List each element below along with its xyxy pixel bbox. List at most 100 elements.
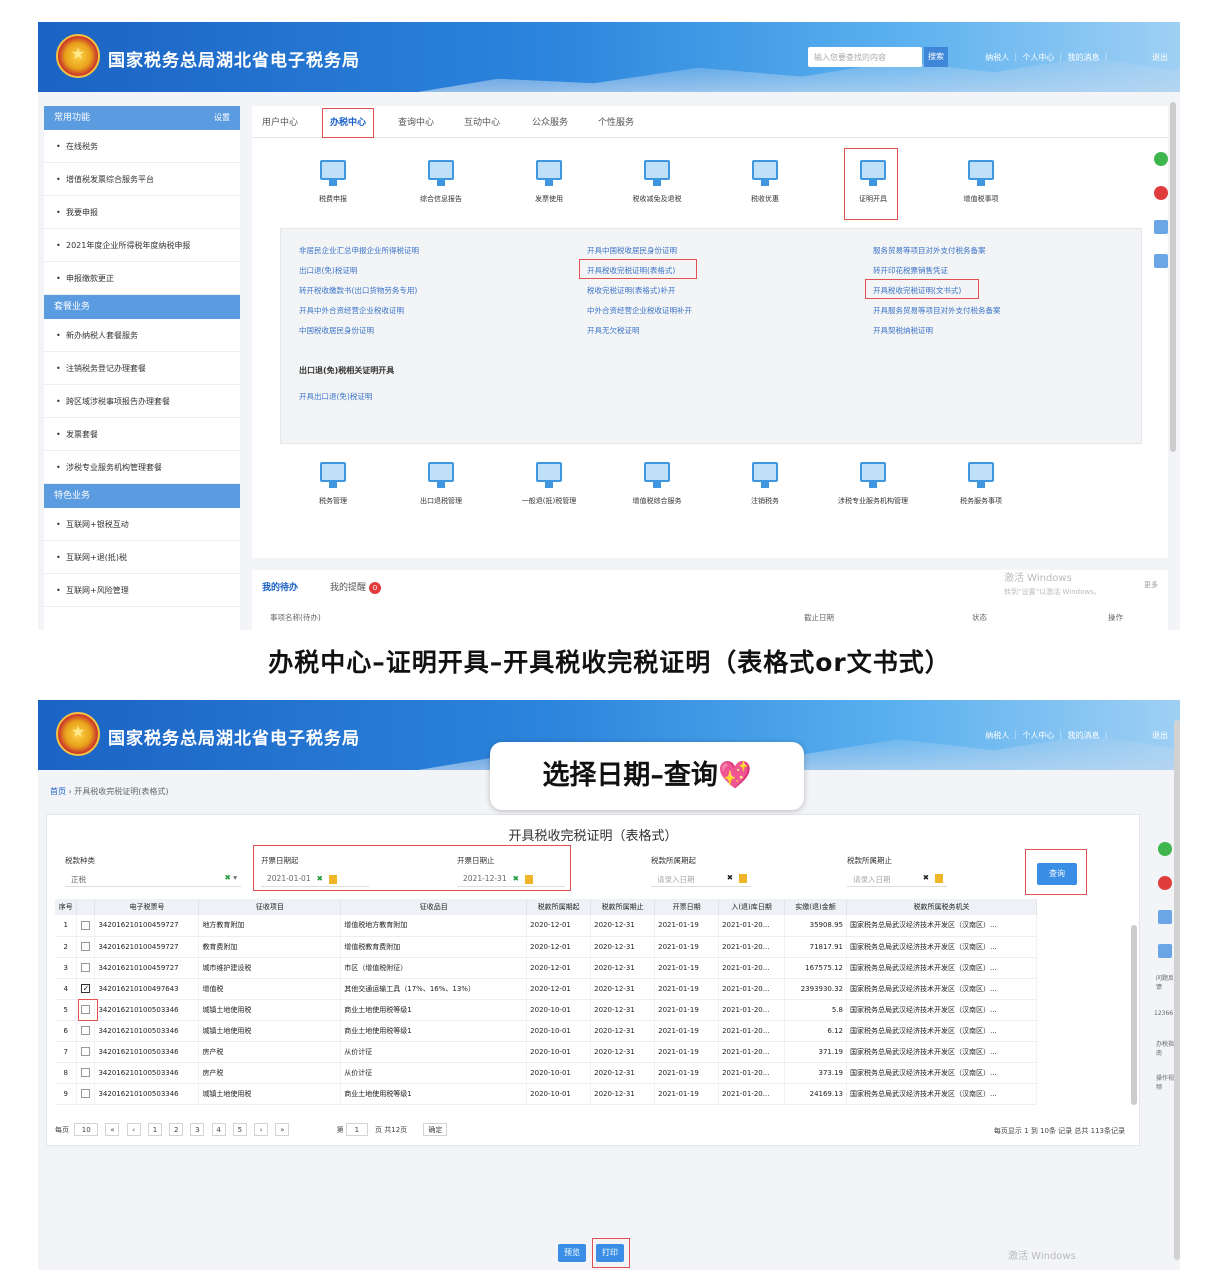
period-to-input[interactable]: 请录入日期 ✖ [847,869,947,887]
clear-icon[interactable]: ✖ [923,873,929,882]
weibo-icon[interactable] [1158,876,1172,890]
cert-link[interactable]: 开具中国税收居民身份证明 [587,245,677,256]
cert-link[interactable]: 服务贸易等项目对外支付税务备案 [873,245,986,256]
service-general-refund[interactable]: 一般退(抵)税管理 [504,462,594,506]
service-refund[interactable]: 税收减免及退税 [612,160,702,204]
side-label-guide[interactable]: 办税指南 [1156,1040,1174,1058]
cert-link[interactable]: 转开税收缴款书(出口货物劳务专用) [299,285,417,296]
search-button[interactable]: 搜索 [924,47,948,67]
service-items[interactable]: 税务服务事项 [936,462,1026,506]
print-icon[interactable] [1158,910,1172,924]
sidebar-item[interactable]: 在线税务 [44,130,240,163]
table-row[interactable]: 1 342016210100459727 地方教育附加 增值税地方教育附加 2020-1… [55,915,1037,937]
calendar-icon[interactable] [739,873,747,883]
tab-public-service[interactable]: 公众服务 [532,115,568,128]
table-row[interactable]: 3 342016210100459727 城市维护建设税 市区（增值税附征） 2020-… [55,957,1037,979]
sidebar-item[interactable]: 申报缴款更正 [44,262,240,295]
page-3[interactable]: 3 [190,1123,205,1136]
logout-link[interactable]: 退出 [1152,730,1168,741]
period-from-input[interactable]: 请录入日期 ✖ [651,869,751,887]
page-first[interactable]: « [105,1123,120,1136]
service-report[interactable]: 综合信息报告 [396,160,486,204]
settings-link[interactable]: 设置 [214,106,230,130]
more-link[interactable]: 更多 [1144,580,1158,590]
cert-link[interactable]: 出口退(免)税证明 [299,265,357,276]
tab-my-todo[interactable]: 我的待办 [262,580,298,593]
breadcrumb-home[interactable]: 首页 [50,787,66,796]
cert-link[interactable]: 开具无欠税证明 [587,325,640,336]
page-goto-input[interactable]: 1 [345,1123,368,1136]
sidebar-item[interactable]: 互联网+风险管理 [44,574,240,607]
cert-link[interactable]: 开具中外合资经营企业税收证明 [299,305,404,316]
sidebar-item[interactable]: 涉税专业服务机构管理套餐 [44,451,240,484]
clear-and-chevron-icon[interactable]: ✖ ▾ [219,873,237,882]
service-agency[interactable]: 涉税专业服务机构管理 [828,462,918,506]
service-deregister[interactable]: 注销税务 [720,462,810,506]
sidebar-head-package[interactable]: 套餐业务 [44,295,240,319]
cert-link[interactable]: 中国税收居民身份证明 [299,325,374,336]
sidebar-item[interactable]: 互联网+退(抵)税 [44,541,240,574]
sidebar-item[interactable]: 互联网+银税互动 [44,508,240,541]
cert-link[interactable]: 非居民企业汇总申报企业所得税证明 [299,245,419,256]
page-goto-button[interactable]: 确定 [423,1123,448,1136]
sidebar-item[interactable]: 注销税务登记办理套餐 [44,352,240,385]
row-checkbox[interactable] [81,942,91,951]
cert-link[interactable]: 转开印花税票销售凭证 [873,265,948,276]
page-2[interactable]: 2 [169,1123,184,1136]
row-checkbox[interactable] [81,1089,91,1098]
service-tax-management[interactable]: 税务管理 [288,462,378,506]
chat-icon[interactable] [1158,842,1172,856]
service-invoice[interactable]: 发票使用 [504,160,594,204]
sidebar-item[interactable]: 发票套餐 [44,418,240,451]
page-scrollbar[interactable] [1170,102,1176,452]
side-label-hotline[interactable]: 12366 [1154,1010,1173,1017]
service-vat-comprehensive[interactable]: 增值税综合服务 [612,462,702,506]
tab-personal-service[interactable]: 个性服务 [598,115,634,128]
print-icon[interactable] [1154,220,1168,234]
table-row[interactable]: 6 342016210100503346 城镇土地使用税 商业土地使用税等级1 2020… [55,1020,1037,1042]
tax-type-select[interactable]: 正税 ✖ ▾ [65,869,241,887]
sidebar-item[interactable]: 我要申报 [44,196,240,229]
top-nav[interactable]: 纳税人 ｜ 个人中心 ｜ 我的消息 ｜ [985,730,1110,741]
row-checkbox[interactable] [81,920,91,930]
cert-link[interactable]: 税收完税证明(表格式)补开 [587,285,675,296]
tab-interaction-center[interactable]: 互动中心 [464,115,500,128]
preview-button[interactable]: 预览 [558,1244,586,1262]
cert-link[interactable]: 开具契税纳税证明 [873,325,933,336]
sidebar-item[interactable]: 2021年度企业所得税年度纳税申报 [44,229,240,262]
tab-my-reminders[interactable]: 我的提醒 0 [330,580,382,594]
page-4[interactable]: 4 [211,1123,226,1136]
page-prev[interactable]: ‹ [126,1123,141,1136]
print-icon[interactable] [1154,254,1168,268]
weibo-icon[interactable] [1154,186,1168,200]
row-checkbox[interactable] [81,1026,91,1035]
print-icon[interactable] [1158,944,1172,958]
page-next[interactable]: › [254,1123,269,1136]
table-row[interactable]: 7 342016210100503346 房产税 从价计征 2020-10-01 2020… [55,1041,1037,1063]
page-scrollbar[interactable] [1174,720,1180,1260]
cert-link-export[interactable]: 开具出口退(免)税证明 [299,391,372,402]
side-label-video[interactable]: 操作视频 [1156,1074,1174,1092]
top-nav[interactable]: 纳税人 ｜ 个人中心 ｜ 我的消息 ｜ [985,52,1110,63]
service-declare[interactable]: 税费申报 [288,160,378,204]
table-row[interactable]: 9 342016210100503346 城镇土地使用税 商业土地使用税等级1 2020… [55,1083,1037,1105]
page-1[interactable]: 1 [147,1123,162,1136]
row-checkbox[interactable] [81,1047,91,1056]
row-checkbox[interactable] [81,1068,91,1077]
search-input[interactable]: 输入您要查找的内容 [808,47,922,67]
tab-query-center[interactable]: 查询中心 [398,115,434,128]
chat-icon[interactable] [1154,152,1168,166]
tab-user-center[interactable]: 用户中心 [262,115,298,128]
sidebar-item[interactable]: 新办纳税人套餐服务 [44,319,240,352]
table-row[interactable]: 2 342016210100459727 教育费附加 增值税教育费附加 2020-12-… [55,936,1037,958]
page-size-select[interactable]: 10 [74,1123,99,1136]
cert-link[interactable]: 开具服务贸易等项目对外支付税务备案 [873,305,1001,316]
logout-link[interactable]: 退出 [1152,52,1168,63]
sidebar-head-special[interactable]: 特色业务 [44,484,240,508]
clear-icon[interactable]: ✖ [727,873,733,882]
table-scrollbar[interactable] [1131,925,1137,1105]
table-row[interactable]: 5 342016210100503346 城镇土地使用税 商业土地使用税等级1 2020… [55,999,1037,1021]
service-preference[interactable]: 税收优惠 [720,160,810,204]
calendar-icon[interactable] [935,873,943,883]
sidebar-item[interactable]: 跨区域涉税事项报告办理套餐 [44,385,240,418]
